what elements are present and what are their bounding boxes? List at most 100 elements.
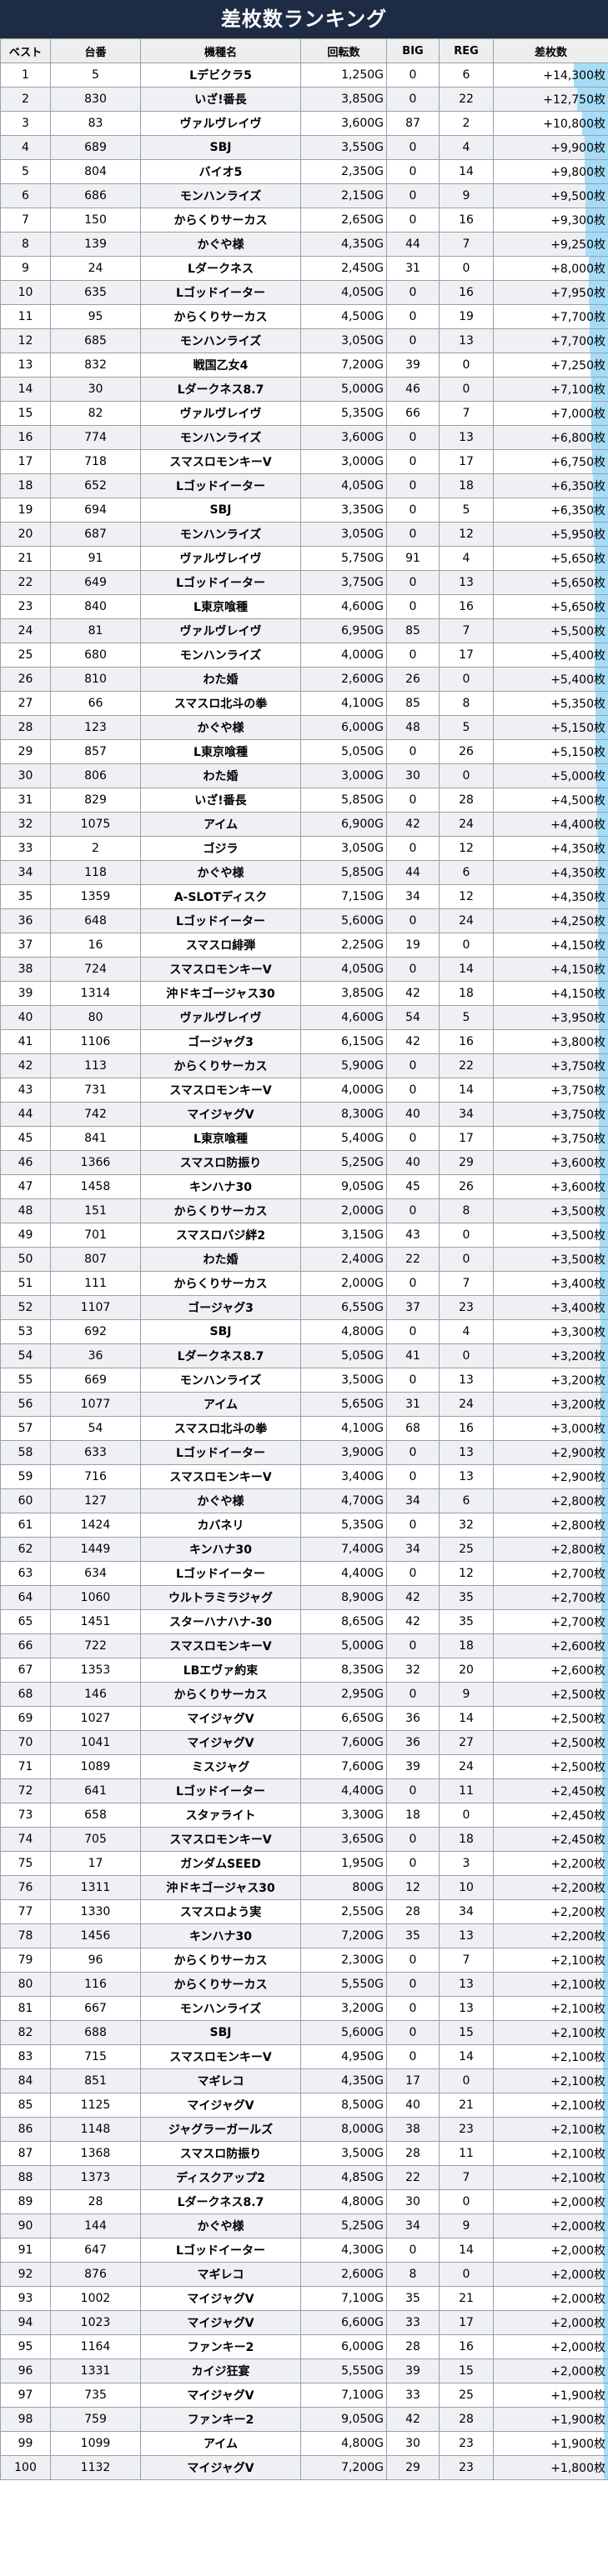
table-row: 72 641 Lゴッドイーター 4,400G 0 11 +2,450枚	[0, 1778, 608, 1803]
spins-cell: 8,500G	[300, 2093, 387, 2118]
table-row: 61 1424 カバネリ 5,350G 0 32 +2,800枚	[0, 1513, 608, 1538]
difference-value: +1,800枚	[550, 2462, 605, 2475]
difference-value: +5,350枚	[550, 698, 605, 711]
spins-cell: 7,600G	[300, 1754, 387, 1779]
machine-number-cell: 91	[50, 546, 141, 571]
rank-cell: 36	[0, 908, 51, 933]
spins-cell: 7,200G	[300, 353, 387, 378]
table-row: 23 840 L東京喰種 4,600G 0 16 +5,650枚	[0, 594, 608, 619]
big-cell: 0	[386, 280, 440, 305]
spins-cell: 4,850G	[300, 2165, 387, 2190]
rank-cell: 99	[0, 2431, 51, 2456]
difference-cell: +2,600枚	[493, 1633, 608, 1658]
difference-value: +7,700枚	[550, 311, 605, 324]
rank-cell: 64	[0, 1585, 51, 1610]
big-cell: 0	[386, 836, 440, 861]
difference-value: +3,200枚	[550, 1350, 605, 1363]
rank-cell: 90	[0, 2213, 51, 2238]
machine-number-cell: 1125	[50, 2093, 141, 2118]
spins-cell: 6,900G	[300, 812, 387, 837]
reg-cell: 0	[439, 2189, 494, 2214]
model-name-cell: 沖ドキゴージャス30	[140, 981, 301, 1006]
machine-number-cell: 692	[50, 1319, 141, 1344]
rank-cell: 75	[0, 1851, 51, 1876]
difference-value: +2,500枚	[550, 1761, 605, 1774]
rank-cell: 57	[0, 1416, 51, 1441]
reg-cell: 28	[439, 788, 494, 813]
model-name-cell: スマスロ緋弾	[140, 933, 301, 958]
difference-value: +6,800枚	[550, 432, 605, 445]
machine-number-cell: 16	[50, 933, 141, 958]
machine-number-cell: 24	[50, 256, 141, 281]
difference-value: +2,450枚	[550, 1833, 605, 1847]
rank-cell: 17	[0, 449, 51, 474]
table-row: 22 649 Lゴッドイーター 3,750G 0 13 +5,650枚	[0, 570, 608, 595]
big-cell: 0	[386, 1561, 440, 1586]
difference-value: +2,100枚	[550, 2027, 605, 2040]
reg-cell: 4	[439, 135, 494, 160]
machine-number-cell: 688	[50, 2020, 141, 2045]
difference-cell: +5,650枚	[493, 594, 608, 619]
table-row: 96 1331 カイジ狂宴 5,550G 39 15 +2,000枚	[0, 2358, 608, 2383]
spins-cell: 7,200G	[300, 1923, 387, 1948]
spins-cell: 4,050G	[300, 957, 387, 982]
model-name-cell: わた婚	[140, 1247, 301, 1272]
machine-number-cell: 807	[50, 1247, 141, 1272]
rank-cell: 48	[0, 1198, 51, 1223]
rank-cell: 82	[0, 2020, 51, 2045]
table-row: 98 759 ファンキー2 9,050G 42 28 +1,900枚	[0, 2407, 608, 2432]
model-name-cell: Lデビクラ5	[140, 63, 301, 88]
model-name-cell: スマスロモンキーV	[140, 449, 301, 474]
difference-cell: +3,600枚	[493, 1174, 608, 1199]
difference-value: +2,200枚	[550, 1930, 605, 1943]
table-row: 4 689 SBJ 3,550G 0 4 +9,900枚	[0, 135, 608, 160]
model-name-cell: Lゴッドイーター	[140, 1440, 301, 1465]
model-name-cell: Lダークネス8.7	[140, 1343, 301, 1368]
table-row: 52 1107 ゴージャグ3 6,550G 37 23 +3,400枚	[0, 1295, 608, 1320]
model-name-cell: Lゴッドイーター	[140, 570, 301, 595]
rank-cell: 49	[0, 1223, 51, 1248]
reg-cell: 16	[439, 208, 494, 233]
machine-number-cell: 759	[50, 2407, 141, 2432]
model-name-cell: マイジャグV	[140, 2093, 301, 2118]
machine-number-cell: 1449	[50, 1537, 141, 1562]
difference-cell: +7,100枚	[493, 377, 608, 402]
rank-cell: 8	[0, 232, 51, 257]
difference-cell: +9,300枚	[493, 208, 608, 233]
difference-value: +2,800枚	[550, 1543, 605, 1557]
difference-cell: +5,350枚	[493, 691, 608, 716]
difference-cell: +2,800枚	[493, 1513, 608, 1538]
difference-cell: +3,200枚	[493, 1343, 608, 1368]
spins-cell: 5,750G	[300, 546, 387, 571]
machine-number-cell: 731	[50, 1078, 141, 1103]
rank-cell: 54	[0, 1343, 51, 1368]
model-name-cell: からくりサーカス	[140, 1198, 301, 1223]
difference-cell: +9,800枚	[493, 159, 608, 184]
spins-cell: 4,050G	[300, 280, 387, 305]
spins-cell: 5,600G	[300, 908, 387, 933]
big-cell: 0	[386, 304, 440, 329]
spins-cell: 7,150G	[300, 884, 387, 909]
table-row: 59 716 スマスロモンキーV 3,400G 0 13 +2,900枚	[0, 1464, 608, 1489]
rank-cell: 45	[0, 1126, 51, 1151]
machine-number-cell: 1366	[50, 1150, 141, 1175]
big-cell: 66	[386, 401, 440, 426]
difference-value: +2,500枚	[550, 1713, 605, 1726]
spins-cell: 5,850G	[300, 788, 387, 813]
table-row: 18 652 Lゴッドイーター 4,050G 0 18 +6,350枚	[0, 473, 608, 498]
spins-cell: 6,000G	[300, 715, 387, 740]
model-name-cell: SBJ	[140, 1319, 301, 1344]
difference-value: +3,500枚	[550, 1229, 605, 1243]
spins-cell: 5,000G	[300, 1633, 387, 1658]
spins-cell: 4,400G	[300, 1561, 387, 1586]
model-name-cell: Lダークネス8.7	[140, 2189, 301, 2214]
model-name-cell: からくりサーカス	[140, 1972, 301, 1997]
table-row: 69 1027 マイジャグV 6,650G 36 14 +2,500枚	[0, 1706, 608, 1731]
difference-cell: +9,500枚	[493, 183, 608, 208]
table-row: 1 5 Lデビクラ5 1,250G 0 6 +14,300枚	[0, 63, 608, 88]
reg-cell: 17	[439, 2310, 494, 2335]
table-row: 54 36 Lダークネス8.7 5,050G 41 0 +3,200枚	[0, 1343, 608, 1368]
rank-cell: 39	[0, 981, 51, 1006]
big-cell: 0	[386, 1996, 440, 2021]
table-row: 19 694 SBJ 3,350G 0 5 +6,350枚	[0, 498, 608, 523]
